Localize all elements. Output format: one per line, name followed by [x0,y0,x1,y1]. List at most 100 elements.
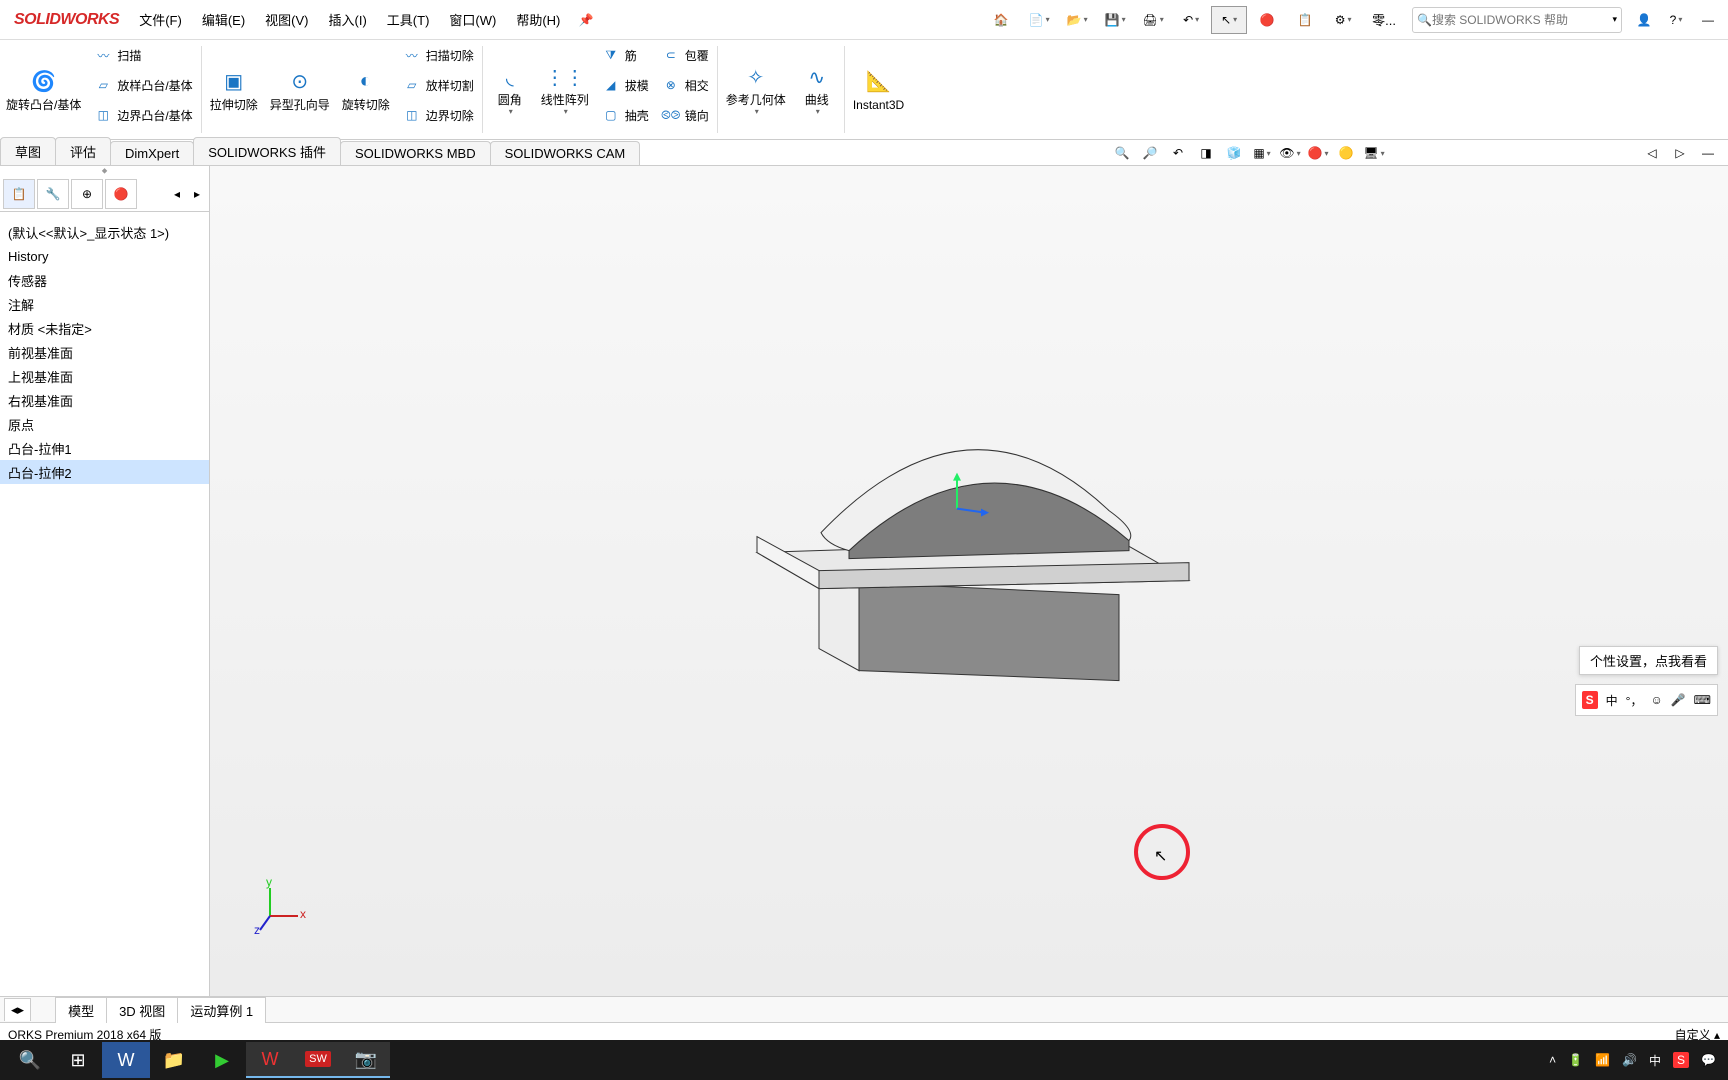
ime-punct-icon[interactable]: °， [1626,692,1643,709]
tray-notif-icon[interactable]: 💬 [1701,1053,1716,1067]
min-panel-icon[interactable]: — [1695,142,1721,164]
settings-icon[interactable]: ⚙▾ [1325,6,1361,34]
undo-icon[interactable]: ↶▾ [1173,6,1209,34]
mirror-button[interactable]: ⧀⧁镜向 [655,100,715,130]
prev-view-icon[interactable]: ↶ [1165,142,1191,164]
system-tray[interactable]: ˄ 🔋 📶 🔊 中 S 💬 [1543,1052,1722,1069]
ime-logo-icon[interactable]: S [1582,691,1598,709]
zoom-area-icon[interactable]: 🔎 [1137,142,1163,164]
tree-origin[interactable]: 原点 [0,412,209,436]
wrap-button[interactable]: ⊂包覆 [655,40,715,70]
tab-evaluate[interactable]: 评估 [55,137,111,165]
btab-motion[interactable]: 运动算例 1 [177,997,266,1023]
boundary-cut-button[interactable]: ◫边界切除 [396,100,480,130]
boundary-button[interactable]: ◫边界凸台/基体 [87,100,198,130]
view-settings-icon[interactable]: 🖥▾ [1361,142,1387,164]
menu-edit[interactable]: 编辑(E) [192,0,255,40]
options-icon[interactable]: 📋 [1287,6,1323,34]
tray-up-icon[interactable]: ˄ [1549,1053,1556,1067]
ime-toolbar[interactable]: S 中 °， ☺ 🎤 ⌨ [1575,684,1718,716]
tree-front-plane[interactable]: 前视基准面 [0,340,209,364]
tray-battery-icon[interactable]: 🔋 [1568,1053,1583,1067]
collapse-left-icon[interactable]: ◁ [1639,142,1665,164]
btab-3dview[interactable]: 3D 视图 [106,997,178,1023]
search-box[interactable]: 🔍 ▾ [1412,7,1622,33]
menu-tools[interactable]: 工具(T) [377,0,440,40]
loft-button[interactable]: ▱放样凸台/基体 [87,70,198,100]
btab-nav-icon[interactable]: ◂▸ [4,998,31,1021]
graphics-viewport[interactable]: y x z ↖ 个性设置，点我看看 S 中 °， ☺ 🎤 ⌨ [210,166,1728,996]
property-tab[interactable]: 🔧 [37,179,69,209]
instant3d-button[interactable]: 📐Instant3D [847,40,910,139]
taskbar-camera-icon[interactable]: 📷 [342,1042,390,1078]
part-label[interactable]: 零... [1362,0,1406,40]
menu-view[interactable]: 视图(V) [255,0,318,40]
sweep-cut-button[interactable]: 〰扫描切除 [396,40,480,70]
curves-button[interactable]: ∿曲线▾ [792,40,842,139]
config-tab[interactable]: ⊕ [71,179,103,209]
section-view-icon[interactable]: ◨ [1193,142,1219,164]
rib-button[interactable]: ⧩筋 [595,40,655,70]
tab-addins[interactable]: SOLIDWORKS 插件 [193,137,341,165]
tree-top-plane[interactable]: 上视基准面 [0,364,209,388]
help-icon[interactable]: ?▾ [1662,6,1690,34]
collapse-right-icon[interactable]: ▷ [1667,142,1693,164]
tree-annotations[interactable]: 注解 [0,292,209,316]
ime-emoji-icon[interactable]: ☺ [1650,693,1662,707]
print-icon[interactable]: 🖨▾ [1135,6,1171,34]
ime-keyboard-icon[interactable]: ⌨ [1694,693,1711,707]
pin-icon[interactable]: 📌 [572,6,600,34]
feature-tree-tab[interactable]: 📋 [3,179,35,209]
loft-cut-button[interactable]: ▱放样切割 [396,70,480,100]
home-icon[interactable]: 🏠 [983,6,1019,34]
hole-wizard-button[interactable]: ⊙异型孔向导 [264,40,336,139]
tab-mbd[interactable]: SOLIDWORKS MBD [340,141,491,165]
menu-window[interactable]: 窗口(W) [439,0,506,40]
hide-show-icon[interactable]: 👁▾ [1277,142,1303,164]
fillet-button[interactable]: ◟圆角▾ [485,40,535,139]
ime-tooltip[interactable]: 个性设置，点我看看 [1579,646,1718,675]
display-style-icon[interactable]: ▦▾ [1249,142,1275,164]
scene-icon[interactable]: 🟡 [1333,142,1359,164]
sweep-button[interactable]: 〰扫描 [87,40,198,70]
taskbar-explorer-icon[interactable]: 📁 [150,1042,198,1078]
ime-lang-button[interactable]: 中 [1606,692,1618,709]
intersect-button[interactable]: ⊗相交 [655,70,715,100]
new-icon[interactable]: 📄▾ [1021,6,1057,34]
taskbar-media-icon[interactable]: ▶ [198,1042,246,1078]
tray-ime-icon[interactable]: 中 [1649,1052,1661,1069]
appearance-tab[interactable]: 🔴 [105,179,137,209]
tray-volume-icon[interactable]: 🔊 [1622,1053,1637,1067]
tree-sensors[interactable]: 传感器 [0,268,209,292]
taskbar-search-icon[interactable]: 🔍 [6,1042,54,1078]
search-dropdown-icon[interactable]: ▾ [1612,14,1617,25]
btab-model[interactable]: 模型 [55,997,107,1023]
menu-help[interactable]: 帮助(H) [506,0,570,40]
ref-geometry-button[interactable]: ✧参考几何体▾ [720,40,792,139]
tab-sketch[interactable]: 草图 [0,137,56,165]
minimize-icon[interactable]: — [1694,6,1722,34]
tray-wifi-icon[interactable]: 📶 [1595,1053,1610,1067]
menu-file[interactable]: 文件(F) [129,0,192,40]
extrude-cut-button[interactable]: ▣拉伸切除 [204,40,264,139]
tray-sogou-icon[interactable]: S [1673,1052,1689,1068]
select-icon[interactable]: ↖▾ [1211,6,1247,34]
tree-material[interactable]: 材质 <未指定> [0,316,209,340]
linear-pattern-button[interactable]: ⋮⋮线性阵列▾ [535,40,595,139]
rebuild-icon[interactable]: 🔴 [1249,6,1285,34]
tree-extrude2[interactable]: 凸台-拉伸2 [0,460,209,484]
draft-button[interactable]: ◢拔模 [595,70,655,100]
tab-dimxpert[interactable]: DimXpert [110,141,194,165]
taskbar-word-icon[interactable]: W [102,1042,150,1078]
shell-button[interactable]: ▢抽壳 [595,100,655,130]
tree-extrude1[interactable]: 凸台-拉伸1 [0,436,209,460]
taskbar-wechat-icon[interactable]: W [246,1042,294,1078]
taskbar-taskview-icon[interactable]: ⊞ [54,1042,102,1078]
open-icon[interactable]: 📂▾ [1059,6,1095,34]
tab-nav-right-icon[interactable]: ▸ [188,179,206,209]
taskbar-solidworks-icon[interactable]: SW [294,1042,342,1078]
revolve-cut-button[interactable]: ◐旋转切除 [336,40,396,139]
ime-voice-icon[interactable]: 🎤 [1671,693,1686,707]
appearance-icon[interactable]: 🔴▾ [1305,142,1331,164]
tab-nav-left-icon[interactable]: ◂ [168,179,186,209]
